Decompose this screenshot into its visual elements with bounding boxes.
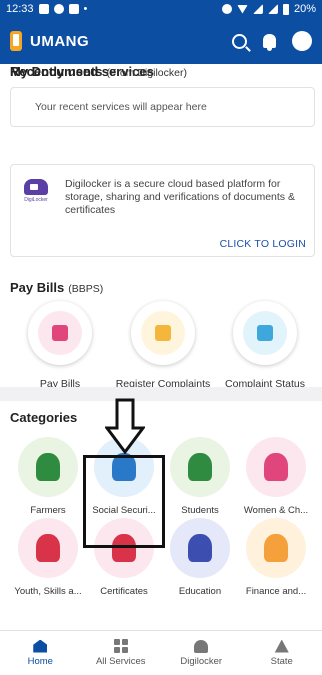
app-bar: UMANG [0,18,322,64]
pay-bills-label: Pay Bills [10,280,65,295]
status-time: 12:33 [6,3,34,15]
pay-bills-title: Pay Bills (BBPS) [10,280,103,295]
nav-state[interactable]: State [242,631,322,675]
nav-all-services[interactable]: All Services [81,631,162,675]
nav-label: State [270,655,293,667]
students-icon [188,453,212,481]
nav-label: Digilocker [180,655,223,667]
women-children-icon [264,453,288,481]
category-students[interactable]: Students [162,437,238,516]
section-divider [0,387,322,401]
bill-icon-bg [141,311,185,355]
bill-icon-bg [243,311,287,355]
category-icon-circle [246,518,306,578]
nav-digilocker[interactable]: Digilocker [161,631,242,675]
notification-icon [68,4,79,14]
more-dots-icon: • [83,3,88,15]
finance-icon [264,534,288,562]
status-bar: 12:33 • 20% [0,0,322,18]
status-icon [257,325,273,341]
bottom-nav: Home All Services Digilocker State [0,630,322,675]
bill-icon-bg [38,311,82,355]
education-icon [188,534,212,562]
search-icon[interactable] [232,33,247,49]
digilocker-card[interactable]: DigiLocker Digilocker is a secure cloud … [10,164,315,257]
category-label: Youth, Skills a... [14,586,82,597]
category-icon-circle [18,518,78,578]
my-documents-label: My Documents [10,64,103,79]
category-icon-circle [18,437,78,497]
category-education[interactable]: Education [162,518,238,597]
state-icon [274,639,289,653]
category-icon-circle [246,437,306,497]
digilocker-logo-icon: DigiLocker [23,177,49,205]
category-women-children[interactable]: Women & Ch... [238,437,314,516]
category-farmers[interactable]: Farmers [10,437,86,516]
battery-icon [282,3,289,15]
umang-logo-icon [10,31,22,51]
category-label: Certificates [100,586,148,597]
click-to-login-link[interactable]: CLICK TO LOGIN [220,238,306,250]
notification-icon [38,4,49,14]
highlight-box [83,455,165,548]
bell-icon[interactable] [263,34,276,51]
farmer-icon [36,453,60,481]
categories-title: Categories [10,410,78,425]
pay-bills-subtitle: (BBPS) [68,283,104,295]
my-documents-title: My Documents (From Digilocker) [10,64,187,79]
bill-item-complaint-status[interactable]: Complaint Status [215,301,315,390]
nav-label: All Services [95,656,146,667]
pay-bills-section: Pay Bills (BBPS) Pay Bills Register Compl… [0,271,322,390]
category-label: Finance and... [245,586,307,597]
bill-icon-circle [131,301,195,365]
home-icon [33,639,48,653]
notification-icon [53,4,64,14]
cloud-icon [24,179,48,195]
recent-services-placeholder: Your recent services will appear here [10,87,315,127]
signal-icon [252,4,263,14]
category-youth-skills[interactable]: Youth, Skills a... [10,518,86,597]
bill-item-register-complaints[interactable]: Register Complaints [113,301,213,390]
digilocker-icon [194,639,209,653]
bill-icon [52,325,68,341]
digilocker-logo-text: DigiLocker [24,197,48,203]
bill-icon-circle [233,301,297,365]
category-label: Education [178,586,222,597]
category-finance[interactable]: Finance and... [238,518,314,597]
category-label: Students [181,505,219,516]
my-documents-subtitle: (From Digilocker) [106,67,187,79]
wifi-icon [236,4,248,14]
category-icon-circle [170,437,230,497]
signal-icon [267,4,278,14]
nav-home[interactable]: Home [0,631,81,675]
bill-item-pay-bills[interactable]: Pay Bills [10,301,110,390]
nav-label: Home [27,655,53,667]
down-arrow-icon [105,398,145,454]
youth-icon [36,534,60,562]
digilocker-description: Digilocker is a secure cloud based platf… [65,178,295,216]
grid-icon [113,639,128,653]
category-icon-circle [170,518,230,578]
avatar[interactable] [292,31,312,51]
category-label: Farmers [30,505,66,516]
battery-level: 20% [293,3,316,15]
app-title: UMANG [30,32,90,50]
bill-icon-circle [28,301,92,365]
complaint-form-icon [155,325,171,341]
alarm-icon [221,4,232,14]
category-label: Women & Ch... [243,505,309,516]
